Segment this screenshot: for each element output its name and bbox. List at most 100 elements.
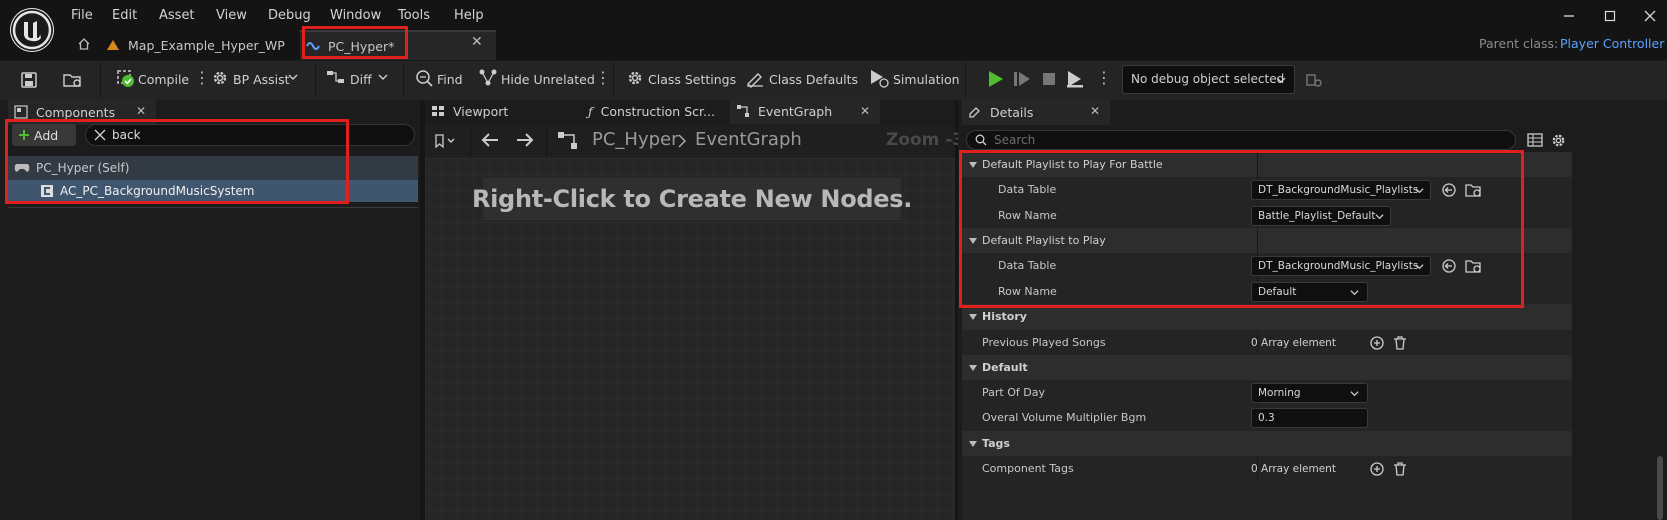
category-default[interactable]: Default <box>962 355 1572 382</box>
menu-tools[interactable]: Tools <box>398 8 430 23</box>
play-row-name-select[interactable]: Default <box>1251 282 1368 302</box>
trash-icon[interactable] <box>1393 335 1407 351</box>
group-battle-playlist[interactable]: Default Playlist to Play For Battle <box>962 152 1572 179</box>
tree-item-child[interactable]: AC_PC_BackgroundMusicSystem <box>8 180 418 202</box>
breadcrumb-root[interactable]: PC_Hyper <box>592 129 679 150</box>
settings-gear-icon[interactable] <box>1550 132 1567 149</box>
tab-components[interactable]: Components <box>8 99 156 125</box>
battle-data-table-select[interactable]: DT_BackgroundMusic_Playlists <box>1251 180 1431 200</box>
expand-caret-icon[interactable] <box>968 313 978 321</box>
details-search-input[interactable]: Search <box>966 130 1516 150</box>
hide-unrelated-icon <box>478 68 498 88</box>
gamepad-icon <box>14 161 30 175</box>
browse-asset-icon[interactable] <box>1465 182 1483 198</box>
menu-file[interactable]: File <box>71 8 93 23</box>
debug-filter-icon[interactable] <box>1304 70 1324 90</box>
add-element-icon[interactable] <box>1369 461 1385 477</box>
use-selected-icon[interactable] <box>1441 182 1457 198</box>
expand-caret-icon[interactable] <box>968 161 978 169</box>
tab-viewport[interactable]: Viewport <box>425 98 575 124</box>
hide-unrelated-button[interactable]: Hide Unrelated <box>501 72 595 87</box>
row-battle-row-name: Row Name Battle_Playlist_Default <box>962 203 1572 230</box>
tab-details[interactable]: Details <box>962 99 1110 125</box>
menu-help[interactable]: Help <box>454 8 484 23</box>
tab-viewport-label: Viewport <box>453 104 508 119</box>
tab-construction-label: Construction Scr... <box>601 104 715 119</box>
bookmark-icon[interactable] <box>433 133 457 149</box>
components-search-input[interactable]: back <box>85 124 415 146</box>
debug-object-select[interactable]: No debug object selected <box>1122 65 1295 94</box>
group-default-playlist[interactable]: Default Playlist to Play <box>962 228 1572 255</box>
details-icon <box>968 105 982 119</box>
class-settings-button[interactable]: Class Settings <box>648 72 736 87</box>
category-history[interactable]: History <box>962 304 1572 331</box>
stop-icon[interactable] <box>1039 69 1059 89</box>
close-tab-icon[interactable]: ✕ <box>471 34 483 50</box>
map-icon <box>106 39 120 51</box>
close-panel-icon[interactable]: ✕ <box>1090 104 1100 118</box>
step-icon[interactable] <box>1012 69 1032 89</box>
compile-icon[interactable] <box>115 68 135 88</box>
expand-caret-icon[interactable] <box>968 364 978 372</box>
trash-icon[interactable] <box>1393 461 1407 477</box>
class-defaults-button[interactable]: Class Defaults <box>769 72 858 87</box>
maximize-icon[interactable] <box>1600 6 1620 26</box>
tab-construction-script[interactable]: ƒ Construction Scr... <box>582 98 730 124</box>
tab-event-graph[interactable]: EventGraph <box>730 98 880 124</box>
parent-class-value[interactable]: Player Controller <box>1560 36 1664 51</box>
play-options-icon[interactable]: ⋮ <box>1096 70 1112 86</box>
table-view-icon[interactable] <box>1527 132 1543 148</box>
menu-edit[interactable]: Edit <box>112 8 137 23</box>
tree-root-label: PC_Hyper (Self) <box>36 161 129 175</box>
tab-map[interactable]: Map_Example_Hyper_WP <box>100 30 300 60</box>
scrollbar-thumb[interactable] <box>1657 456 1663 520</box>
menu-window[interactable]: Window <box>330 8 381 23</box>
chevron-down-icon <box>1276 75 1286 85</box>
category-tags[interactable]: Tags <box>962 431 1572 458</box>
tree-item-root[interactable]: PC_Hyper (Self) <box>8 156 418 180</box>
compile-options-icon[interactable]: ⋮ <box>194 70 210 86</box>
play-icon[interactable] <box>985 69 1005 89</box>
bp-assist-button[interactable]: BP Assist <box>233 72 290 87</box>
menu-asset[interactable]: Asset <box>159 8 195 23</box>
part-of-day-select[interactable]: Morning <box>1251 383 1368 403</box>
volume-input[interactable]: 0.3 <box>1251 408 1368 428</box>
battle-row-name-select[interactable]: Battle_Playlist_Default <box>1251 206 1391 226</box>
details-scrollbar[interactable] <box>1656 152 1664 520</box>
forward-arrow-icon[interactable] <box>515 132 535 148</box>
menu-view[interactable]: View <box>216 8 247 23</box>
expand-caret-icon[interactable] <box>968 440 978 448</box>
chevron-down-icon[interactable] <box>378 72 388 82</box>
chevron-down-icon[interactable] <box>288 72 298 82</box>
close-window-icon[interactable] <box>1640 6 1660 26</box>
compile-button[interactable]: Compile <box>138 72 189 87</box>
close-panel-icon[interactable]: ✕ <box>136 104 146 118</box>
close-tab-icon[interactable]: ✕ <box>860 104 870 118</box>
expand-caret-icon[interactable] <box>968 237 978 245</box>
minimize-icon[interactable] <box>1559 6 1579 26</box>
browse-asset-icon[interactable] <box>1465 258 1483 274</box>
hide-unrelated-options-icon[interactable]: ⋮ <box>595 70 611 86</box>
use-selected-icon[interactable] <box>1441 258 1457 274</box>
class-settings-gear-icon <box>625 68 645 88</box>
graph-icon <box>736 104 750 118</box>
chevron-down-icon <box>1350 389 1359 398</box>
save-icon[interactable] <box>19 70 39 90</box>
play-data-table-select[interactable]: DT_BackgroundMusic_Playlists <box>1251 256 1431 276</box>
unreal-logo-icon[interactable] <box>10 8 54 52</box>
browse-icon[interactable] <box>62 70 84 90</box>
tab-components-label: Components <box>36 105 115 120</box>
back-arrow-icon[interactable] <box>480 132 500 148</box>
simulation-button[interactable]: Simulation <box>893 72 960 87</box>
graph-hint-text: Right-Click to Create New Nodes. <box>472 185 912 213</box>
tab-blueprint[interactable]: PC_Hyper* <box>300 30 496 60</box>
home-icon[interactable] <box>76 36 92 52</box>
eject-icon[interactable] <box>1064 69 1086 89</box>
clear-search-icon[interactable] <box>94 129 106 141</box>
add-element-icon[interactable] <box>1369 335 1385 351</box>
find-button[interactable]: Find <box>437 72 463 87</box>
diff-button[interactable]: Diff <box>350 72 372 87</box>
add-component-button[interactable]: Add <box>12 124 76 146</box>
menu-debug[interactable]: Debug <box>268 8 311 23</box>
category-default-label: Default <box>982 361 1028 374</box>
